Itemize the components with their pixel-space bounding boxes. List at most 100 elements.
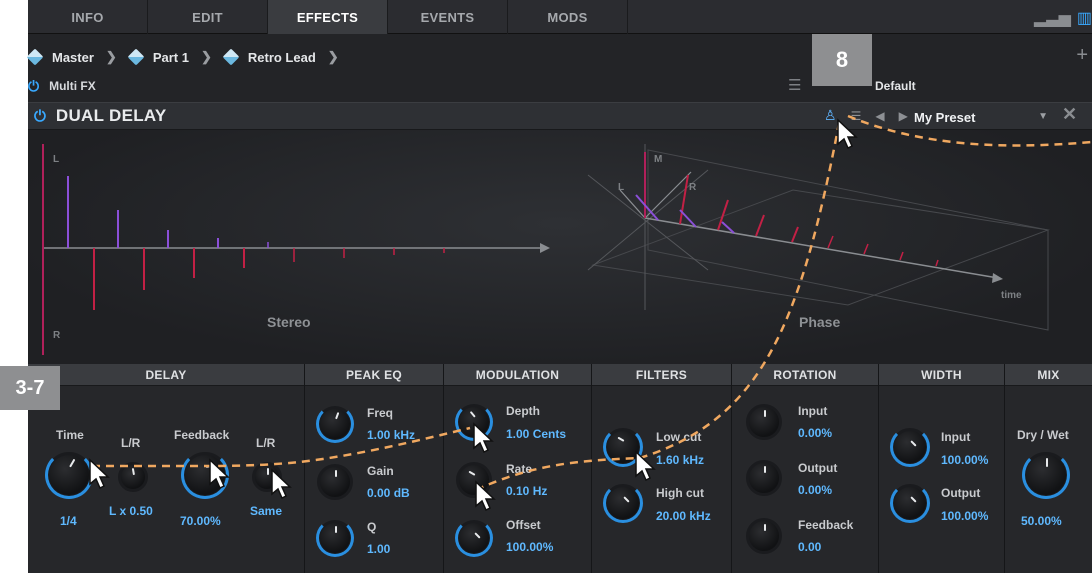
time-knob[interactable] [45,451,93,499]
high-cut-value: 20.00 kHz [656,509,711,523]
offset-knob[interactable] [455,519,493,557]
add-icon[interactable]: + [1076,44,1088,67]
rotation-feedback-value: 0.00 [798,540,822,554]
width-input-label: Input [941,430,971,444]
feedback-knob[interactable] [181,451,229,499]
breadcrumb-master[interactable]: Master [26,48,94,66]
delay-visualizer: L R M L R time Stereo Phase [28,130,1092,364]
rotation-input-label: Input [798,404,828,418]
depth-knob[interactable] [455,403,493,441]
section-peak-eq: PEAK EQ Freq 1.00 kHz Gain 0.00 dB Q 1.0… [305,364,444,573]
next-preset-icon[interactable]: ▶ [899,109,908,123]
app-window: INFO EDIT EFFECTS EVENTS MODS ▂▃▅ ▥ Mast… [26,0,1092,573]
tab-edit[interactable]: EDIT [148,0,268,34]
section-header: FILTERS [592,364,731,386]
width-output-label: Output [941,486,981,500]
axis-l-label: L [53,154,60,165]
effect-header: ⏻ DUAL DELAY ♙ ☰ ◀ ▶ My Preset ▼ ✕ [28,102,1092,130]
tab-events[interactable]: EVENTS [388,0,508,34]
lr1-label: L/R [121,436,141,450]
section-header: ROTATION [732,364,878,386]
multi-fx-row: ⏻ Multi FX [28,74,1092,98]
axis-m-label: M [654,154,663,165]
width-output-value: 100.00% [941,509,989,523]
multi-fx-label: Multi FX [49,79,96,93]
q-knob[interactable] [316,519,354,557]
gain-knob[interactable] [317,464,353,500]
low-cut-knob[interactable] [603,427,643,467]
section-header: MODULATION [444,364,591,386]
phase-r-label: R [689,182,697,193]
section-header: MIX [1005,364,1092,386]
tab-mods[interactable]: MODS [508,0,628,34]
delay-visualizer-svg [42,144,1050,355]
stereo-label: Stereo [267,314,311,330]
multi-fx-preset[interactable]: Default [875,79,916,93]
low-cut-label: Low cut [656,430,702,444]
rate-label: Rate [506,462,533,476]
chevron-right-icon[interactable]: ❯ [328,49,339,65]
keyboard-icon[interactable]: ▥ [1077,8,1092,28]
step-badge-8: 8 [812,34,872,86]
width-input-value: 100.00% [941,453,989,467]
section-modulation: MODULATION Depth 1.00 Cents Rate 0.10 Hz… [444,364,592,573]
dry-wet-value: 50.00% [1021,514,1062,528]
freq-label: Freq [367,406,394,420]
lr1-knob[interactable] [118,462,148,492]
menu-icon[interactable]: ☰ [788,76,801,94]
rate-knob[interactable] [456,462,492,498]
high-cut-label: High cut [656,486,704,500]
breadcrumb-part[interactable]: Part 1 [127,48,189,66]
preset-select[interactable]: My Preset ▼ [914,107,1054,127]
controls-panel: DELAY Time 1/4 L/R L x 0.50 Feedback 70.… [28,364,1092,573]
time-value: 1/4 [60,514,77,528]
close-icon[interactable]: ✕ [1062,104,1077,125]
freq-knob[interactable] [316,405,354,443]
depth-value: 1.00 Cents [506,427,567,441]
feedback-label: Feedback [174,428,230,442]
section-filters: FILTERS Low cut 1.60 kHz High cut 20.00 … [592,364,732,573]
preset-menu-icon[interactable]: ☰ [851,109,862,123]
gain-value: 0.00 dB [367,486,410,500]
cube-icon [26,48,44,66]
section-mix: MIX Dry / Wet 50.00% [1005,364,1092,573]
dry-wet-label: Dry / Wet [1017,428,1069,442]
meter-icon[interactable]: ▂▃▅ [1034,8,1071,28]
chevron-right-icon: ❯ [105,49,117,64]
rate-value: 0.10 Hz [506,484,548,498]
rotation-feedback-knob[interactable] [746,518,782,554]
dry-wet-knob[interactable] [1022,451,1070,499]
cube-icon [222,48,240,66]
low-cut-value: 1.60 kHz [656,453,705,467]
breadcrumb-layer[interactable]: Retro Lead [222,48,316,66]
dropdown-arrow-icon: ▼ [1038,111,1048,122]
section-delay: DELAY Time 1/4 L/R L x 0.50 Feedback 70.… [28,364,305,573]
power-icon[interactable]: ⏻ [28,78,39,95]
lr2-knob[interactable] [252,462,282,492]
cube-icon [127,48,145,66]
prev-preset-icon[interactable]: ◀ [875,109,884,123]
tab-info[interactable]: INFO [28,0,148,34]
phase-label: Phase [799,314,841,330]
section-header: DELAY [28,364,304,386]
metronome-icon[interactable]: ♙ [824,107,837,124]
section-header: PEAK EQ [305,364,443,386]
high-cut-knob[interactable] [603,483,643,523]
rotation-feedback-label: Feedback [798,518,854,532]
width-output-knob[interactable] [890,483,930,523]
breadcrumb: Master ❯ Part 1 ❯ Retro Lead ❯ [26,44,343,70]
gain-label: Gain [367,464,394,478]
width-input-knob[interactable] [890,427,930,467]
tab-effects[interactable]: EFFECTS [268,0,388,34]
lr1-value: L x 0.50 [109,504,153,518]
effect-power-icon[interactable]: ⏻ [34,108,46,125]
rotation-input-value: 0.00% [798,426,833,440]
section-header: WIDTH [879,364,1004,386]
phase-l-label: L [618,182,625,193]
section-rotation: ROTATION Input 0.00% Output 0.00% Feedba… [732,364,879,573]
effect-title: DUAL DELAY [55,106,167,125]
section-width: WIDTH Input 100.00% Output 100.00% [879,364,1005,573]
rotation-output-knob[interactable] [746,460,782,496]
rotation-input-knob[interactable] [746,404,782,440]
time-label: Time [56,428,84,442]
